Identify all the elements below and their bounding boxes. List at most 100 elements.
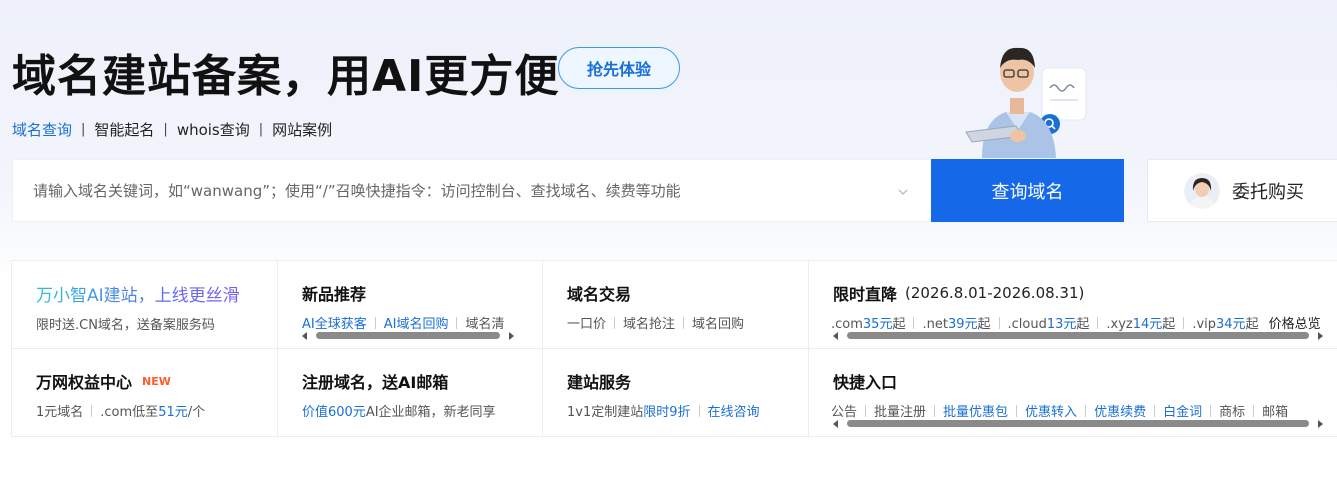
card-desc-row: 价值600元 AI企业邮箱，新老同享: [302, 401, 542, 420]
link-domain-query[interactable]: 域名查询: [12, 119, 72, 140]
price: 34元: [1216, 317, 1246, 332]
price-item-com[interactable]: .com35元起: [831, 313, 905, 332]
divider: [1154, 404, 1156, 417]
price-suffix: 起: [1245, 317, 1259, 332]
link-site-cases[interactable]: 网站案例: [272, 119, 332, 140]
link-transfer-in[interactable]: 优惠转入: [1025, 401, 1077, 420]
price: 14元: [1132, 317, 1163, 332]
link-com-discount[interactable]: .com低至51元/个: [100, 401, 205, 420]
price-suffix: 起: [1162, 317, 1176, 332]
scroll-left-icon[interactable]: [833, 332, 838, 340]
text: 1v1定制建站: [567, 405, 644, 420]
agent-avatar: [1184, 172, 1220, 209]
link-platinum-words[interactable]: 白金词: [1163, 401, 1202, 420]
divider: [1097, 316, 1099, 329]
scroll-right-icon[interactable]: [1318, 332, 1323, 340]
horizontal-scrollbar[interactable]: [302, 331, 514, 340]
link-domain-clear[interactable]: 域名清: [465, 313, 504, 332]
card-links-row: 公告 批量注册 批量优惠包 优惠转入 优惠续费 白金词 商标 邮箱: [831, 401, 1337, 420]
card-quick-entry: 快捷入口 公告 批量注册 批量优惠包 优惠转入 优惠续费 白金词 商标 邮箱: [809, 349, 1337, 437]
card-links-row: AI全球获客 AI域名回购 域名清: [302, 313, 542, 332]
link-bulk-package[interactable]: 批量优惠包: [943, 401, 1008, 420]
tld: .cloud: [1007, 317, 1047, 332]
link-custom-site[interactable]: 1v1定制建站限时9折: [567, 401, 691, 420]
link-bulk-register[interactable]: 批量注册: [874, 401, 926, 420]
tld: .vip: [1192, 317, 1217, 332]
scroll-left-icon[interactable]: [833, 420, 838, 428]
scroll-right-icon[interactable]: [509, 332, 514, 340]
tld: .net: [922, 317, 948, 332]
link-separator: |: [258, 122, 264, 137]
price-suffix: 起: [977, 317, 991, 332]
price-item-vip[interactable]: .vip34元起: [1192, 313, 1258, 332]
price: 35元: [862, 317, 893, 332]
card-title-row: 万网权益中心 NEW: [36, 369, 277, 393]
domain-search-input[interactable]: [33, 181, 893, 200]
chevron-down-icon[interactable]: [897, 186, 909, 198]
card-title: 新品推荐: [302, 285, 367, 304]
link-whois[interactable]: whois查询: [177, 119, 250, 140]
card-links-row: 一口价 域名抢注 域名回购: [567, 313, 808, 332]
price-item-xyz[interactable]: .xyz14元起: [1106, 313, 1175, 332]
card-links-row: 1元域名 .com低至51元/个: [36, 401, 277, 420]
divider: [1253, 404, 1255, 417]
divider: [1016, 404, 1018, 417]
card-title: 万网权益中心: [36, 373, 133, 392]
link-online-consult[interactable]: 在线咨询: [708, 401, 760, 420]
card-title: 域名交易: [567, 285, 632, 304]
card-register-get-mail[interactable]: 注册域名，送AI邮箱 价值600元 AI企业邮箱，新老同享: [278, 349, 543, 437]
link-mailbox[interactable]: 邮箱: [1262, 401, 1288, 420]
divider: [456, 316, 458, 329]
link-trademark[interactable]: 商标: [1219, 401, 1245, 420]
search-box: [12, 159, 931, 222]
price-item-net[interactable]: .net39元起: [922, 313, 990, 332]
entrust-purchase-button[interactable]: 委托购买: [1147, 159, 1337, 222]
text: /个: [187, 405, 206, 420]
price-suffix: 起: [1076, 317, 1090, 332]
scroll-left-icon[interactable]: [302, 332, 307, 340]
scroll-thumb[interactable]: [316, 332, 500, 339]
price-item-cloud[interactable]: .cloud13元起: [1008, 313, 1090, 332]
card-price-drop: 限时直降 (2026.8.01-2026.08.31) .com35元起 .ne…: [809, 261, 1337, 349]
divider: [683, 316, 685, 329]
card-domain-trading: 域名交易 一口价 域名抢注 域名回购: [543, 261, 809, 349]
link-ai-global-leads[interactable]: AI全球获客: [302, 313, 367, 332]
promo-period: (2026.8.01-2026.08.31): [905, 284, 1085, 302]
try-now-button[interactable]: 抢先体验: [558, 47, 680, 89]
search-domain-button[interactable]: 查询域名: [931, 159, 1124, 222]
link-separator: |: [163, 122, 168, 137]
link-smart-naming[interactable]: 智能起名: [94, 119, 154, 140]
card-desc: 限时送.CN域名，送备案服务码: [36, 318, 215, 333]
divider: [913, 316, 915, 329]
divider: [998, 316, 1000, 329]
card-ai-site-builder[interactable]: 万小智AI建站，上线更丝滑 限时送.CN域名，送备案服务码: [12, 261, 278, 349]
link-domain-buyback[interactable]: 域名回购: [692, 313, 744, 332]
divider: [614, 316, 616, 329]
link-one-yuan-domain[interactable]: 1元域名: [36, 401, 83, 420]
scroll-thumb[interactable]: [847, 332, 1309, 339]
card-title: 万小智AI建站，上线更丝滑: [36, 281, 277, 306]
scroll-thumb[interactable]: [847, 420, 1309, 427]
card-links-row: 1v1定制建站限时9折 在线咨询: [567, 401, 808, 420]
card-title: 快捷入口: [833, 373, 898, 392]
link-announcement[interactable]: 公告: [831, 401, 857, 420]
card-title-row: 限时直降 (2026.8.01-2026.08.31): [833, 281, 1337, 305]
link-domain-snap[interactable]: 域名抢注: [623, 313, 675, 332]
horizontal-scrollbar[interactable]: [833, 419, 1323, 428]
horizontal-scrollbar[interactable]: [833, 331, 1323, 340]
divider: [1085, 404, 1087, 417]
link-fixed-price[interactable]: 一口价: [567, 313, 606, 332]
card-desc: AI企业邮箱，新老同享: [365, 405, 496, 420]
link-ai-domain-buyback[interactable]: AI域名回购: [384, 313, 449, 332]
divider: [934, 404, 936, 417]
price: 39元: [947, 317, 978, 332]
divider: [1210, 404, 1212, 417]
price-overview-link[interactable]: 价格总览: [1269, 313, 1321, 332]
card-desc-row: 限时送.CN域名，送备案服务码: [36, 314, 277, 333]
divider: [374, 316, 376, 329]
card-site-services: 建站服务 1v1定制建站限时9折 在线咨询: [543, 349, 809, 437]
price: 13元: [1046, 317, 1077, 332]
scroll-right-icon[interactable]: [1318, 420, 1323, 428]
divider: [1183, 316, 1185, 329]
link-renewal[interactable]: 优惠续费: [1094, 401, 1146, 420]
